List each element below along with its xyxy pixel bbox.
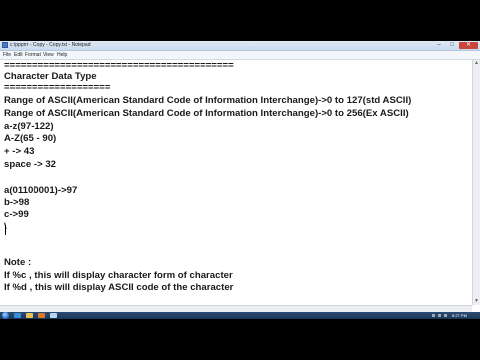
volume-icon[interactable] [438, 314, 441, 317]
folder-icon[interactable] [26, 313, 33, 318]
notepad-icon[interactable] [50, 313, 57, 318]
text-line: If %d , this will display ASCII code of … [4, 282, 234, 293]
close-button[interactable]: ✕ [459, 42, 478, 49]
menu-format[interactable]: Format [25, 51, 41, 59]
text-line: =================== [4, 82, 111, 93]
menu-edit[interactable]: Edit [14, 51, 23, 59]
horizontal-scrollbar[interactable] [0, 305, 472, 312]
text-line: a(01100001)->97 [4, 185, 78, 196]
text-line: b->98 [4, 197, 30, 208]
menu-help[interactable]: Help [57, 51, 67, 59]
text-line: a-z(97-122) [4, 121, 54, 132]
internet-explorer-icon[interactable] [14, 313, 21, 318]
window-title: c:\ppprrr - Copy - Copy.txt - Notepad [10, 42, 91, 48]
menu-file[interactable]: File [3, 51, 11, 59]
scroll-up-icon[interactable]: ▲ [473, 60, 480, 67]
text-line: A-Z(65 - 90) [4, 133, 57, 144]
text-line: Note : [4, 257, 32, 268]
flag-icon[interactable] [444, 314, 447, 317]
scroll-down-icon[interactable]: ▼ [473, 298, 480, 305]
clock[interactable]: 8:27 PM [452, 312, 467, 319]
network-icon[interactable] [432, 314, 435, 317]
windows-orb-icon[interactable] [2, 312, 9, 319]
menu-bar: File Edit Format View Help [0, 51, 480, 60]
text-line: c->99 [4, 209, 29, 220]
media-player-icon[interactable] [38, 313, 45, 318]
maximize-button[interactable]: □ [446, 42, 458, 49]
text-line: space -> 32 [4, 159, 57, 170]
text-line: Range of ASCII(American Standard Code of… [4, 95, 412, 106]
text-caret [5, 225, 6, 235]
text-line: If %c , this will display character form… [4, 270, 233, 281]
text-line: + -> 43 [4, 146, 35, 157]
notepad-window: c:\ppprrr - Copy - Copy.txt - Notepad – … [0, 41, 480, 319]
mouse-ibeam-cursor [34, 186, 35, 193]
text-line: Range of ASCII(American Standard Code of… [4, 108, 409, 119]
text-editor-area[interactable]: ========================================… [0, 60, 472, 305]
title-bar[interactable]: c:\ppprrr - Copy - Copy.txt - Notepad – … [0, 41, 480, 51]
minimize-button[interactable]: – [433, 42, 445, 49]
vertical-scrollbar[interactable]: ▲ ▼ [472, 60, 480, 305]
taskbar: 8:27 PM [0, 312, 480, 319]
notepad-icon [2, 42, 8, 48]
menu-view[interactable]: View [43, 51, 54, 59]
